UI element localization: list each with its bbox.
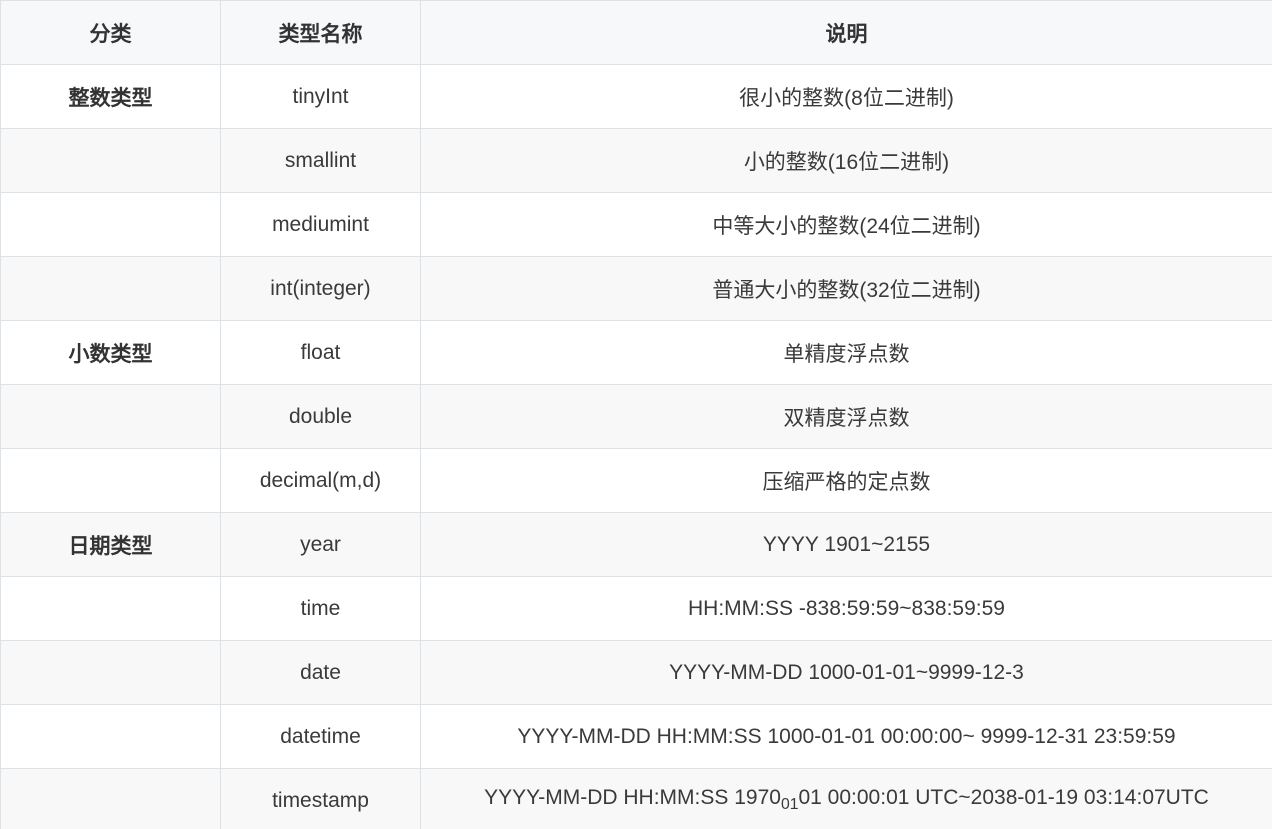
- table-row: 小数类型 float 单精度浮点数: [0, 320, 1272, 385]
- category-cell: [0, 704, 221, 769]
- type-name-cell: time: [220, 576, 421, 641]
- table-header-row: 分类 类型名称 说明: [0, 0, 1272, 65]
- header-description: 说明: [420, 0, 1272, 65]
- category-cell: [0, 640, 221, 705]
- category-cell: 日期类型: [0, 512, 221, 577]
- table-row: 日期类型 year YYYY 1901~2155: [0, 512, 1272, 577]
- description-part: 01 00:00:01 UTC~2038-01-19 03:14:07UTC: [798, 786, 1209, 810]
- type-name-cell: datetime: [220, 704, 421, 769]
- type-name-cell: date: [220, 640, 421, 705]
- table-row: decimal(m,d) 压缩严格的定点数: [0, 448, 1272, 513]
- description-cell: 小的整数(16位二进制): [420, 128, 1272, 193]
- description-cell: 双精度浮点数: [420, 384, 1272, 449]
- description-cell: YYYY-MM-DD HH:MM:SS 1000-01-01 00:00:00~…: [420, 704, 1272, 769]
- table-row: mediumint 中等大小的整数(24位二进制): [0, 192, 1272, 257]
- category-cell: 小数类型: [0, 320, 221, 385]
- table-row: double 双精度浮点数: [0, 384, 1272, 449]
- type-name-cell: smallint: [220, 128, 421, 193]
- type-name-cell: decimal(m,d): [220, 448, 421, 513]
- category-cell: [0, 192, 221, 257]
- header-category: 分类: [0, 0, 221, 65]
- table-row: time HH:MM:SS -838:59:59~838:59:59: [0, 576, 1272, 641]
- header-type-name: 类型名称: [220, 0, 421, 65]
- type-name-cell: int(integer): [220, 256, 421, 321]
- type-name-cell: float: [220, 320, 421, 385]
- category-cell: 整数类型: [0, 64, 221, 129]
- data-types-table: 分类 类型名称 说明 整数类型 tinyInt 很小的整数(8位二进制) sma…: [0, 0, 1272, 829]
- table-row: 整数类型 tinyInt 很小的整数(8位二进制): [0, 64, 1272, 129]
- category-cell: [0, 384, 221, 449]
- table-row: int(integer) 普通大小的整数(32位二进制): [0, 256, 1272, 321]
- description-cell: 单精度浮点数: [420, 320, 1272, 385]
- type-name-cell: mediumint: [220, 192, 421, 257]
- description-cell: 中等大小的整数(24位二进制): [420, 192, 1272, 257]
- description-cell: 普通大小的整数(32位二进制): [420, 256, 1272, 321]
- type-name-cell: double: [220, 384, 421, 449]
- table-row: smallint 小的整数(16位二进制): [0, 128, 1272, 193]
- table-row: datetime YYYY-MM-DD HH:MM:SS 1000-01-01 …: [0, 704, 1272, 769]
- category-cell: [0, 768, 221, 829]
- description-cell: YYYY-MM-DD 1000-01-01~9999-12-3: [420, 640, 1272, 705]
- category-cell: [0, 256, 221, 321]
- description-cell: HH:MM:SS -838:59:59~838:59:59: [420, 576, 1272, 641]
- description-subscript: 01: [780, 796, 799, 814]
- category-cell: [0, 448, 221, 513]
- category-cell: [0, 576, 221, 641]
- description-cell: 压缩严格的定点数: [420, 448, 1272, 513]
- type-name-cell: timestamp: [220, 768, 421, 829]
- table-row: timestamp YYYY-MM-DD HH:MM:SS 19700101 0…: [0, 768, 1272, 829]
- description-cell: YYYY-MM-DD HH:MM:SS 19700101 00:00:01 UT…: [420, 768, 1272, 829]
- type-name-cell: year: [220, 512, 421, 577]
- type-name-cell: tinyInt: [220, 64, 421, 129]
- description-cell: 很小的整数(8位二进制): [420, 64, 1272, 129]
- table-row: date YYYY-MM-DD 1000-01-01~9999-12-3: [0, 640, 1272, 705]
- category-cell: [0, 128, 221, 193]
- description-part: YYYY-MM-DD HH:MM:SS 1970: [484, 786, 781, 810]
- description-cell: YYYY 1901~2155: [420, 512, 1272, 577]
